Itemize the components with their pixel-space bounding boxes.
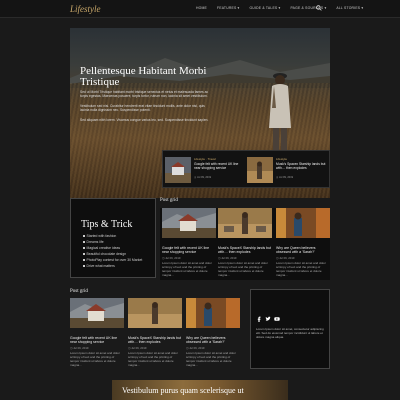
hero-paragraph: Vestibulum sed nisi. Curabitur hendrerit… [80,104,205,113]
site-logo[interactable]: Lifestyle [70,4,101,14]
hero-paragraph: Sed aliquam nibh lorem. Vivamus congue v… [80,118,209,122]
post-date: ◷ Jul 09, 2019 [218,256,237,261]
post-excerpt: Lorem Ipsum dolor sit amet and dolor scr… [186,351,236,367]
banner-title[interactable]: Vestibulum purus quam scelerisque ut [122,386,244,395]
post-title[interactable]: Google felt with recent UK line near sho… [70,336,124,344]
nav-item-guide[interactable]: GUIDE & TALES ▾ [249,6,280,10]
post-card[interactable]: Google felt with recent UK line near sho… [162,208,216,278]
post-grid: Google felt with recent UK line near sho… [160,208,330,280]
nav-item-home[interactable]: HOME [196,6,207,10]
card-date: ◷ Jul 09, 2019 [276,176,294,179]
post-date: ◷ Jul 09, 2019 [70,346,89,351]
card-title[interactable]: Musk's Spacex Starship lands but with… t… [276,162,326,170]
hero-paragraph: Sed ut Morbi Tristique habitant morbi tr… [80,90,209,99]
main-nav: HOME FEATURES ▾ GUIDE & TALES ▾ PAGE & S… [196,6,363,10]
top-navigation-bar: Lifestyle HOME FEATURES ▾ GUIDE & TALES … [0,0,400,18]
tips-list: Started with fashion Dreams life Magical… [83,233,143,269]
post-image [276,208,330,238]
post-image [162,208,216,238]
tips-widget: Tips & Trick Started with fashion Dreams… [70,198,156,278]
post-excerpt: Lorem Ipsum dolor sit amet and dolor scr… [218,261,268,277]
facebook-icon[interactable] [256,316,262,322]
post-excerpt: Lorem Ipsum dolor sit amet and dolor scr… [276,261,326,277]
post-card[interactable]: Musk's SpaceX Starship lands but with… t… [128,298,182,368]
post-date: ◷ Jul 09, 2019 [162,256,181,261]
card-category[interactable]: Lifestyle [276,157,287,161]
tips-item[interactable]: Drive what matters [83,263,142,269]
card-title[interactable]: Google felt with recent UK line near sho… [194,162,244,170]
card-thumbnail [247,157,273,183]
featured-cards: Lifestyle · Travel Google felt with rece… [162,150,330,188]
post-title[interactable]: Google felt with recent UK line near sho… [162,246,216,254]
social-links [256,316,280,322]
featured-card[interactable]: Lifestyle · Travel Google felt with rece… [165,157,243,183]
nav-item-features[interactable]: FEATURES ▾ [217,6,239,10]
post-image [218,208,272,238]
post-date: ◷ Jul 09, 2019 [276,256,295,261]
card-thumbnail [165,157,191,183]
post-date: ◷ Jul 09, 2019 [186,346,205,351]
bottom-banner[interactable]: Vestibulum purus quam scelerisque ut [112,380,288,400]
post-title[interactable]: Musk's SpaceX Starship lands but with… t… [128,336,182,344]
post-card[interactable]: Why are Queen believers obsessed with a … [276,208,330,278]
post-image [70,298,124,328]
post-title[interactable]: Musk's SpaceX Starship lands but with… t… [218,246,272,254]
post-grid-title: Post grid [160,198,178,203]
card-category[interactable]: Lifestyle · Travel [194,157,216,161]
post-excerpt: Lorem Ipsum dolor sit amet and dolor scr… [128,351,178,367]
post-card[interactable]: Musk's SpaceX Starship lands but with… t… [218,208,272,278]
tips-title: Tips & Trick [81,219,133,230]
post-date: ◷ Jul 09, 2019 [128,346,147,351]
card-date: ◷ Jul 09, 2019 [194,176,212,179]
post-title[interactable]: Why are Queen believers obsessed with a … [186,336,240,344]
post-image [128,298,182,328]
post-excerpt: Lorem Ipsum dolor sit amet and dolor scr… [162,261,212,277]
hero-title[interactable]: Pellentesque Habitant Morbi Tristique [80,66,230,88]
social-widget: Lorem Ipsum dolor sit amet, consectetur … [250,289,330,369]
twitter-icon[interactable] [265,316,271,322]
featured-card[interactable]: Lifestyle Musk's Spacex Starship lands b… [247,157,325,183]
post-title[interactable]: Why are Queen believers obsessed with a … [276,246,330,254]
post-grid-title: Post grid [70,289,88,294]
youtube-icon[interactable] [274,316,280,322]
post-grid: Google felt with recent UK line near sho… [68,298,248,370]
post-excerpt: Lorem Ipsum dolor sit amet and dolor scr… [70,351,120,367]
post-card[interactable]: Google felt with recent UK line near sho… [70,298,124,368]
search-icon[interactable] [316,5,322,11]
social-description: Lorem Ipsum dolor sit amet, consectetur … [256,327,324,339]
post-image [186,298,240,328]
post-card[interactable]: Why are Queen believers obsessed with a … [186,298,240,368]
nav-item-all-stories[interactable]: ALL STORIES ▾ [336,6,363,10]
